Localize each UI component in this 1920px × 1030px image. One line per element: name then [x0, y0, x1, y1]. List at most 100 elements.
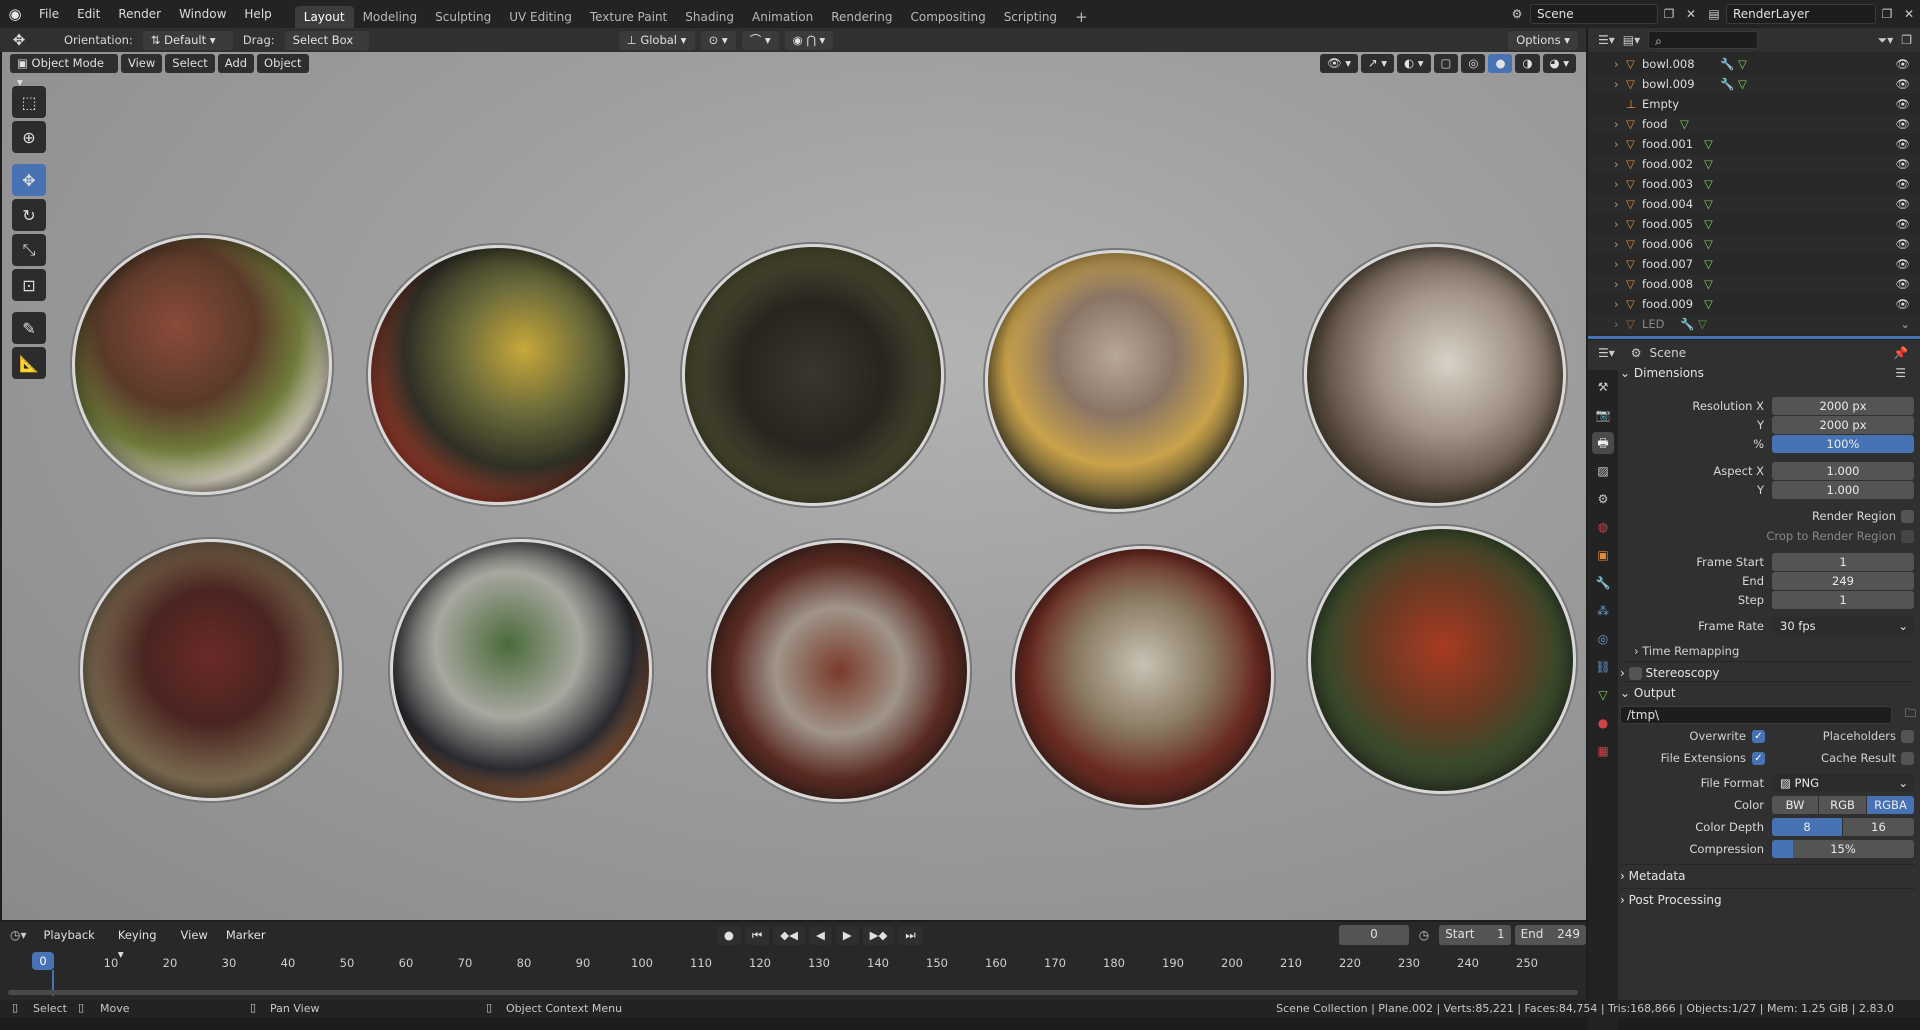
food-bowl[interactable] — [390, 539, 652, 801]
area-divider[interactable] — [1588, 336, 1920, 339]
tab-shading[interactable]: Shading — [676, 6, 743, 28]
resolution-y-field[interactable]: 2000 px — [1772, 416, 1914, 434]
placeholders-checkbox[interactable] — [1901, 730, 1914, 743]
outliner-row[interactable]: › ▽ food.004 ▽ 👁 — [1588, 194, 1920, 214]
food-bowl[interactable] — [1012, 546, 1274, 808]
tab-texture-paint[interactable]: Texture Paint — [581, 6, 676, 28]
file-format-dropdown[interactable]: ▨ PNG ⌄ — [1772, 774, 1914, 792]
outliner-row[interactable]: › ▽ bowl.009 🔧 ▽ 👁 — [1588, 74, 1920, 94]
visibility-eye-icon[interactable]: 👁 — [1895, 97, 1910, 111]
stereoscopy-checkbox[interactable] — [1628, 667, 1642, 680]
wireframe-shading-icon[interactable]: ◎ — [1461, 54, 1486, 73]
mode-dropdown[interactable]: ▣ Object Mode ▾ — [10, 54, 118, 89]
add-workspace-button[interactable]: + — [1066, 6, 1097, 28]
output-panel-header[interactable]: ⌄ Output — [1620, 681, 1916, 703]
remove-scene-icon[interactable]: ✕ — [1680, 7, 1702, 21]
menu-render[interactable]: Render — [109, 0, 170, 28]
gizmo-toggle-icon[interactable]: ↗ ▾ — [1360, 54, 1395, 73]
visibility-icon[interactable]: 👁 ▾ — [1319, 54, 1358, 73]
visibility-eye-icon[interactable]: 👁 — [1895, 197, 1910, 211]
tool-tab-icon[interactable]: ⚒ — [1592, 376, 1614, 398]
color-rgba-button[interactable]: RGBA — [1867, 796, 1914, 814]
color-depth-16-button[interactable]: 16 — [1843, 818, 1914, 836]
overlay-toggle-icon[interactable]: ◐ ▾ — [1397, 54, 1431, 73]
tab-rendering[interactable]: Rendering — [822, 6, 901, 28]
expand-icon[interactable]: › — [1614, 317, 1626, 331]
particles-tab-icon[interactable]: ⁂ — [1592, 600, 1614, 622]
rotate-tool-icon[interactable]: ↻ — [12, 199, 46, 231]
menu-window[interactable]: Window — [170, 0, 235, 28]
constraints-tab-icon[interactable]: ⛓ — [1592, 656, 1614, 678]
expand-icon[interactable]: › — [1614, 117, 1626, 131]
presets-icon[interactable]: ☰ — [1895, 362, 1906, 384]
outliner-row[interactable]: › ▽ food.006 ▽ 👁 — [1588, 234, 1920, 254]
visibility-eye-icon[interactable]: 👁 — [1895, 157, 1910, 171]
food-bowl[interactable] — [1308, 526, 1576, 794]
stereoscopy-panel-header[interactable]: › Stereoscopy — [1620, 661, 1916, 683]
tab-uv-editing[interactable]: UV Editing — [500, 6, 581, 28]
expand-icon[interactable]: › — [1614, 137, 1626, 151]
physics-tab-icon[interactable]: ◎ — [1592, 628, 1614, 650]
new-view-layer-icon[interactable]: ❐ — [1876, 7, 1898, 21]
dimensions-panel-header[interactable]: ⌄ Dimensions ☰ — [1620, 362, 1916, 384]
resolution-x-field[interactable]: 2000 px — [1772, 397, 1914, 415]
menu-help[interactable]: Help — [235, 0, 280, 28]
color-bw-button[interactable]: BW — [1772, 796, 1818, 814]
pin-icon[interactable]: 📌 — [1893, 346, 1908, 360]
texture-tab-icon[interactable]: ▦ — [1592, 740, 1614, 762]
render-tab-icon[interactable]: 📷 — [1592, 404, 1614, 426]
outliner-row[interactable]: › ▽ food.008 ▽ 👁 — [1588, 274, 1920, 294]
folder-icon[interactable]: 🗀 — [1905, 706, 1917, 725]
remove-view-layer-icon[interactable]: ✕ — [1898, 7, 1920, 21]
3d-viewport[interactable]: ▣ Object Mode ▾ View Select Add Object 👁… — [2, 52, 1586, 920]
transform-orientation-dropdown[interactable]: ⊥ Global ▾ — [618, 30, 695, 50]
food-bowl[interactable] — [72, 235, 332, 495]
snap-toggle[interactable]: ⌒ ▾ — [741, 30, 779, 50]
expand-icon[interactable]: › — [1614, 57, 1626, 71]
tab-layout[interactable]: Layout — [294, 6, 354, 28]
outliner-row[interactable]: ⊥ Empty 👁 — [1588, 94, 1920, 114]
aspect-y-field[interactable]: 1.000 — [1772, 481, 1914, 499]
tab-compositing[interactable]: Compositing — [901, 6, 994, 28]
visibility-eye-icon[interactable]: 👁 — [1895, 57, 1910, 71]
overwrite-checkbox[interactable]: ✓ — [1752, 730, 1765, 743]
food-bowl[interactable] — [80, 539, 342, 801]
expand-icon[interactable]: › — [1614, 217, 1626, 231]
render-region-row[interactable]: Render Region — [1620, 507, 1916, 526]
viewport-menu-view[interactable]: View — [121, 54, 163, 73]
expand-icon[interactable]: › — [1614, 77, 1626, 91]
outliner-row[interactable]: › ▽ LED 🔧 ▽ ⌄ — [1588, 314, 1920, 334]
visibility-eye-icon[interactable]: 👁 — [1895, 77, 1910, 91]
frame-end-field[interactable]: 249 — [1772, 572, 1914, 590]
frame-start-field[interactable]: 1 — [1772, 553, 1914, 571]
outliner-row[interactable]: › ▽ food.005 ▽ 👁 — [1588, 214, 1920, 234]
visibility-eye-icon[interactable]: 👁 — [1895, 177, 1910, 191]
outliner-row[interactable]: › ▽ food.007 ▽ 👁 — [1588, 254, 1920, 274]
new-collection-icon[interactable]: ❐ — [1901, 33, 1912, 47]
editor-type-icon[interactable]: ☰▾ — [1598, 33, 1615, 47]
frame-rate-dropdown[interactable]: 30 fps ⌄ — [1772, 617, 1914, 635]
visibility-eye-icon[interactable]: 👁 — [1895, 257, 1910, 271]
visibility-eye-icon[interactable]: 👁 — [1895, 277, 1910, 291]
expand-icon[interactable]: › — [1614, 237, 1626, 251]
expand-icon[interactable]: › — [1614, 177, 1626, 191]
active-tool-icon[interactable]: ✥ — [6, 31, 32, 49]
xray-toggle-icon[interactable]: ▢ — [1433, 54, 1459, 73]
view-layer-tab-icon[interactable]: ▨ — [1592, 460, 1614, 482]
timeline-scrollbar[interactable] — [8, 990, 1578, 995]
blender-logo-icon[interactable]: ◉ — [0, 5, 30, 23]
frame-step-field[interactable]: 1 — [1772, 591, 1914, 609]
world-tab-icon[interactable]: ◍ — [1592, 516, 1614, 538]
outliner-row[interactable]: › ▽ food ▽ 👁 — [1588, 114, 1920, 134]
viewport-menu-add[interactable]: Add — [217, 54, 255, 73]
compression-slider[interactable]: 15% — [1772, 840, 1914, 858]
crop-region-checkbox[interactable] — [1901, 530, 1914, 543]
post-processing-panel-header[interactable]: › Post Processing — [1620, 888, 1916, 910]
cache-result-checkbox[interactable] — [1901, 752, 1914, 765]
collapse-icon[interactable]: ⌄ — [1900, 317, 1910, 331]
food-bowl[interactable] — [368, 245, 628, 505]
expand-icon[interactable]: › — [1614, 257, 1626, 271]
viewport-menu-select[interactable]: Select — [165, 54, 215, 73]
outliner-row[interactable]: › ▽ food.002 ▽ 👁 — [1588, 154, 1920, 174]
visibility-eye-icon[interactable]: 👁 — [1895, 217, 1910, 231]
